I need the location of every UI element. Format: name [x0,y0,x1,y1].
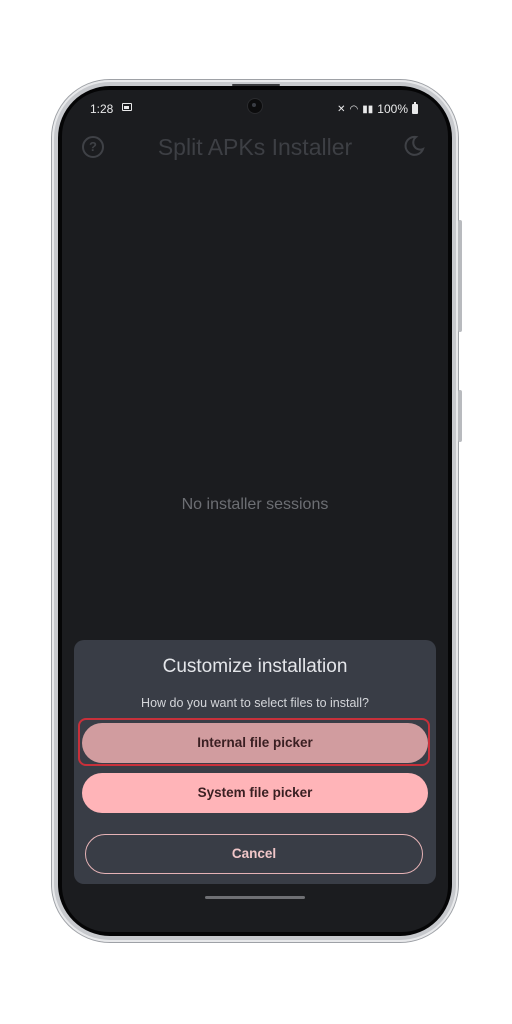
front-camera [247,98,263,114]
signal-icon: ▮▮ [362,103,374,115]
battery-icon [412,102,418,114]
battery-percent: 100% [377,102,408,116]
volume-button [458,220,462,332]
mute-icon: ✕ [337,103,346,115]
image-icon [122,103,132,111]
highlight-outline [78,718,430,766]
screen: 1:28 ✕ ◠ ▮▮ 100% ? Split APKs Installer … [62,90,448,932]
power-button [458,390,462,442]
app-title: Split APKs Installer [157,134,353,160]
system-file-picker-button[interactable]: System file picker [82,773,428,813]
cancel-button[interactable]: Cancel [85,834,423,874]
moon-icon[interactable] [402,134,426,158]
empty-state-text: No installer sessions [181,496,329,513]
wifi-icon: ◠ [349,103,359,115]
customize-installation-dialog: Customize installation How do you want t… [74,640,436,884]
earpiece-slit [232,84,280,86]
status-icons: ✕ ◠ ▮▮ 100% [337,102,418,116]
status-time: 1:28 [90,102,114,116]
dialog-title: Customize installation [162,656,348,677]
status-bar: 1:28 ✕ ◠ ▮▮ 100% [62,90,448,126]
gesture-nav-bar[interactable] [205,896,305,899]
app-toolbar: ? Split APKs Installer [62,126,448,170]
dialog-subtitle: How do you want to select files to insta… [141,696,369,710]
